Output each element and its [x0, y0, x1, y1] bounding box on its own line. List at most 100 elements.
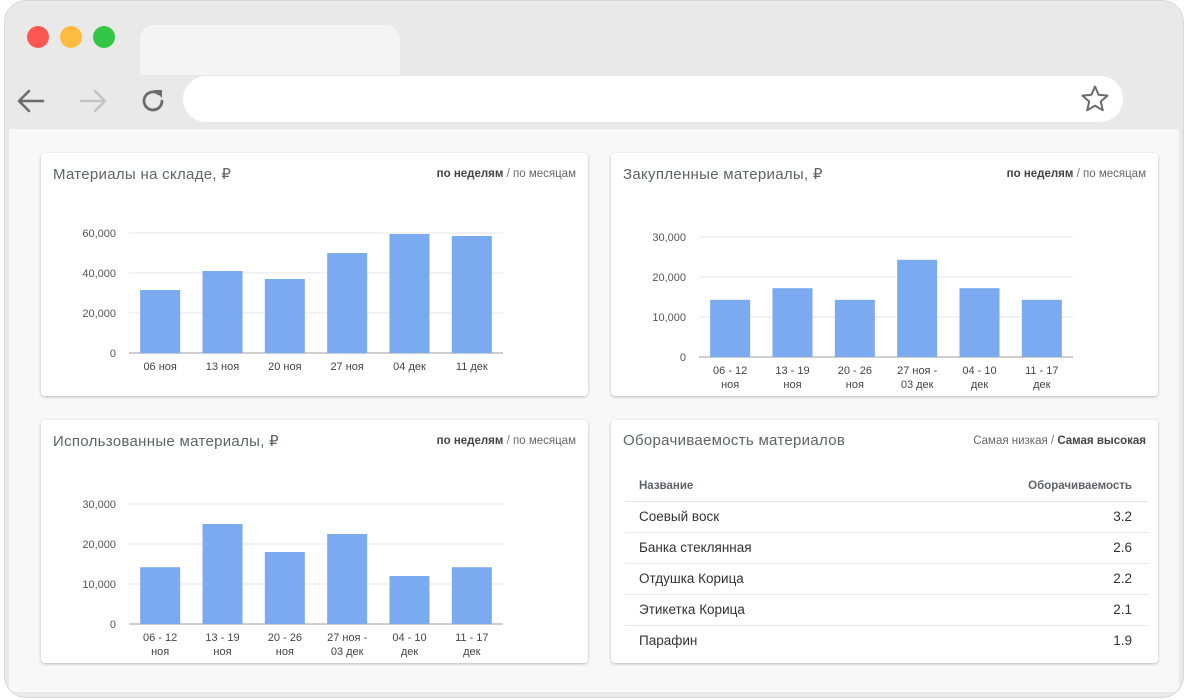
bar [140, 290, 181, 353]
y-tick-label: 10,000 [652, 312, 686, 324]
table-row[interactable]: Банка стеклянная 2.6 [625, 532, 1148, 564]
y-tick-label: 60,000 [82, 228, 116, 240]
bookmark-button[interactable] [1079, 83, 1111, 115]
bar [772, 288, 813, 357]
x-tick-label: 20 - 26 [838, 365, 872, 377]
x-tick-label: 27 ноя - [327, 632, 367, 644]
arrow-left-icon [17, 89, 45, 113]
x-tick-label: 20 ноя [268, 361, 301, 373]
x-tick-label: 06 - 12 [713, 365, 747, 377]
x-tick-label: 13 - 19 [775, 365, 809, 377]
x-tick-label: 03 дек [901, 379, 934, 391]
x-tick-label: 27 ноя - [897, 365, 937, 377]
y-tick-label: 0 [110, 348, 116, 360]
x-tick-label: ноя [213, 646, 231, 658]
y-tick-label: 40,000 [82, 268, 116, 280]
turnover-value: 2.6 [879, 532, 1148, 564]
x-tick-label: 06 ноя [143, 361, 176, 373]
x-tick-label: дек [1033, 379, 1051, 391]
material-name: Этикетка Корица [625, 594, 880, 626]
bar [834, 299, 875, 357]
used-materials-chart: 0 10,000 20,000 30,000 06 - 12 ноя 13 - 19 ноя 2… [82, 499, 503, 658]
turnover-value: 2.1 [879, 594, 1148, 626]
y-tick-label: 10,000 [82, 579, 116, 591]
table-row[interactable]: Соевый воск 3.2 [625, 501, 1148, 533]
card-title: Оборачиваемость материалов [623, 432, 846, 449]
bar [451, 567, 492, 624]
x-tick-label: 06 - 12 [143, 632, 177, 644]
bar [1021, 299, 1062, 357]
turnover-value: 2.2 [879, 563, 1148, 595]
x-tick-label: ноя [721, 379, 739, 391]
purchased-materials-card: Закупленные материалы, ₽ по неделям / по… [611, 153, 1158, 396]
y-tick-label: 20,000 [652, 272, 686, 284]
minimize-window-button[interactable] [60, 26, 82, 48]
star-icon [1081, 85, 1109, 112]
toggle-separator: / [1050, 435, 1055, 447]
sort-toggle: Самая низкая / Самая высокая [973, 435, 1146, 447]
x-tick-label: 20 - 26 [268, 632, 302, 644]
close-window-button[interactable] [27, 26, 49, 48]
browser-tab[interactable] [140, 25, 400, 75]
back-button[interactable] [13, 83, 49, 119]
x-tick-label: ноя [846, 379, 864, 391]
y-tick-label: 30,000 [652, 232, 686, 244]
table-row[interactable]: Парафин 1.9 [625, 625, 1148, 656]
y-tick-label: 20,000 [82, 308, 116, 320]
bar [327, 534, 368, 624]
bar [710, 299, 751, 357]
x-tick-label: дек [401, 646, 419, 658]
turnover-value: 1.9 [1113, 633, 1132, 649]
reload-icon [142, 90, 164, 112]
x-tick-label: дек [971, 379, 989, 391]
bar [264, 552, 305, 624]
table-row[interactable]: Этикетка Корица 2.1 [625, 594, 1148, 626]
bar [451, 236, 492, 353]
bar [202, 524, 243, 624]
bar [264, 279, 305, 353]
x-tick-label: 11 дек [456, 361, 488, 373]
dashboard: Материалы на складе, ₽ по неделям / по м… [9, 129, 1179, 692]
material-name: Отдушка Корица [625, 563, 880, 595]
column-header-name[interactable]: Название [625, 472, 880, 502]
turnover-value: 3.2 [879, 501, 1148, 533]
toggle-highest[interactable]: Самая высокая [1057, 435, 1146, 447]
x-tick-label: 04 - 10 [962, 365, 996, 377]
x-tick-label: 04 - 10 [392, 632, 426, 644]
bar [327, 253, 368, 353]
stock-materials-card: Материалы на складе, ₽ по неделям / по м… [41, 153, 588, 396]
maximize-window-button[interactable] [93, 26, 115, 48]
x-tick-label: дек [463, 646, 481, 658]
x-tick-label: 03 дек [331, 646, 364, 658]
bar [389, 576, 430, 624]
x-tick-label: 11 - 17 [455, 632, 488, 644]
y-tick-label: 30,000 [82, 499, 116, 511]
bar [140, 567, 181, 624]
x-tick-label: 27 ноя [330, 361, 363, 373]
x-tick-label: 11 - 17 [1025, 365, 1058, 377]
x-tick-label: ноя [151, 646, 169, 658]
x-tick-label: ноя [783, 379, 801, 391]
column-header-turnover[interactable]: Оборачиваемость [879, 472, 1148, 502]
browser-chrome [5, 1, 1183, 131]
address-bar[interactable] [183, 76, 1123, 122]
bar [389, 234, 430, 353]
toggle-lowest[interactable]: Самая низкая [973, 435, 1048, 447]
turnover-card: Оборачиваемость материалов Самая низкая … [611, 420, 1158, 663]
forward-button[interactable] [75, 83, 111, 119]
table-header-row: Название Оборачиваемость [625, 472, 1148, 502]
material-name: Парафин [639, 633, 698, 649]
bar [959, 288, 1000, 357]
y-tick-label: 0 [680, 352, 686, 364]
y-tick-label: 20,000 [82, 539, 116, 551]
purchased-materials-chart: 0 10,000 20,000 30,000 06 - 12 ноя 13 - 19 ноя 2… [652, 232, 1073, 391]
material-name: Соевый воск [625, 501, 880, 533]
y-tick-label: 0 [110, 619, 116, 631]
x-tick-label: 13 - 19 [205, 632, 239, 644]
stock-materials-chart: 0 20,000 40,000 60,000 06 ноя 13 ноя 20 ноя 27 … [82, 228, 503, 373]
table-row[interactable]: Отдушка Корица 2.2 [625, 563, 1148, 595]
reload-button[interactable] [135, 83, 171, 119]
bar [202, 271, 243, 353]
browser-window: Материалы на складе, ₽ по неделям / по м… [4, 0, 1184, 698]
turnover-table: Название Оборачиваемость Соевый воск 3.2… [625, 472, 1148, 656]
